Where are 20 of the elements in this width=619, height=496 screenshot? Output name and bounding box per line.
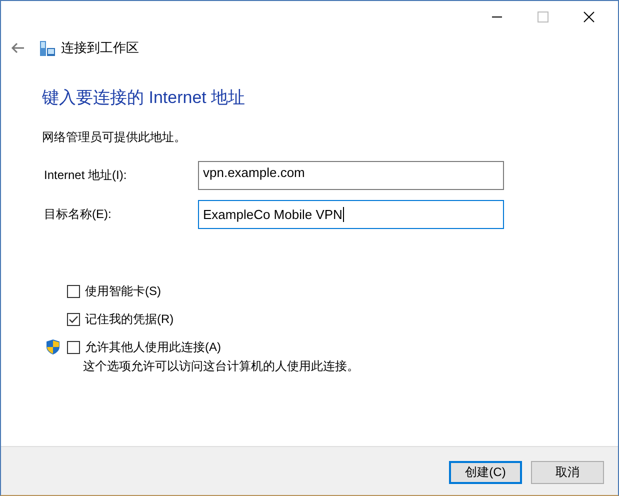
checkbox[interactable] <box>67 284 80 298</box>
close-icon[interactable] <box>583 11 595 23</box>
instruction-text: 网络管理员可提供此地址。 <box>42 129 187 146</box>
input-field[interactable]: vpn.example.com <box>198 161 504 190</box>
network-computer-icon <box>39 40 56 56</box>
checkbox[interactable] <box>67 340 80 354</box>
shield-icon <box>46 339 60 355</box>
checkbox-label[interactable]: 允许其他人使用此连接(A) <box>85 338 221 356</box>
back-arrow-icon[interactable] <box>11 42 25 54</box>
checkbox[interactable] <box>67 312 80 326</box>
checkbox-label[interactable]: 记住我的凭据(R) <box>85 310 174 328</box>
field-label: Internet 地址(I): <box>43 167 128 184</box>
page-heading: 键入要连接的 Internet 地址 <box>42 87 246 109</box>
window-title: 连接到工作区 <box>61 39 139 57</box>
field-label: 目标名称(E): <box>43 206 112 223</box>
dialog-button[interactable]: 创建(C) <box>449 461 522 484</box>
dialog-button[interactable]: 取消 <box>531 461 604 484</box>
option-description: 这个选项允许可以访问这台计算机的人使用此连接。 <box>82 358 360 375</box>
checkbox-label[interactable]: 使用智能卡(S) <box>85 282 161 300</box>
input-field[interactable]: ExampleCo Mobile VPN <box>198 200 504 229</box>
